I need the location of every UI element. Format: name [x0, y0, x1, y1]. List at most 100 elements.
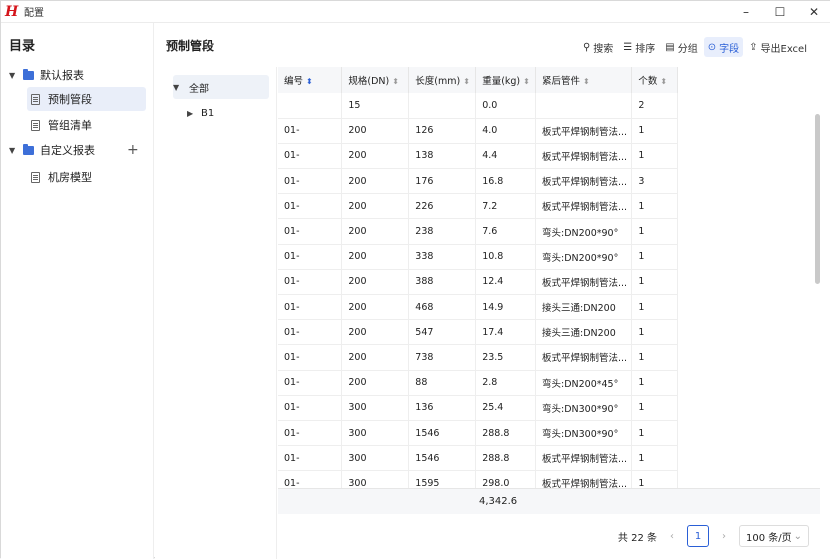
table-header-row: 编号 ⬍ 规格(DN) ⬍ 长度(mm) ⬍ 重量(kg) ⬍ 紧后管件 ⬍ 个数 ⬍	[278, 67, 678, 93]
group-item-all[interactable]: ▼ 全部	[173, 75, 269, 99]
column-header[interactable]: 长度(mm) ⬍	[408, 67, 477, 93]
column-header[interactable]: 规格(DN) ⬍	[341, 67, 410, 93]
export-excel-button[interactable]: ⇪ 导出Excel	[745, 37, 811, 57]
caret-down-icon[interactable]: ▼	[9, 146, 19, 155]
table-cell	[278, 93, 343, 119]
close-button[interactable]: ✕	[797, 1, 830, 23]
table-cell: 板式平焊钢制管法...	[535, 118, 633, 144]
fields-icon: ⊙	[707, 41, 717, 53]
page-number-button[interactable]: 1	[687, 525, 709, 547]
sidebar-item-pipe-group-list[interactable]: 管组清单	[31, 113, 92, 137]
caret-down-icon[interactable]: ▼	[9, 71, 19, 80]
next-page-icon[interactable]: ›	[715, 531, 733, 542]
table-cell: 126	[408, 118, 477, 144]
table-cell: 547	[408, 319, 477, 346]
table-cell: 1	[631, 193, 678, 220]
minimize-button[interactable]: –	[729, 1, 763, 23]
group-label: 分组	[677, 43, 698, 55]
sidebar-item-prefab-pipe[interactable]: 预制管段	[27, 87, 146, 111]
fields-button[interactable]: ⊙ 字段	[703, 37, 744, 57]
sidebar-item-label: 预制管段	[48, 93, 92, 106]
table-row[interactable]: 01- 200 338 10.8 弯头:DN200*90° 1	[278, 244, 678, 270]
search-button[interactable]: ⚲ 搜索	[579, 37, 617, 57]
column-header[interactable]: 重量(kg) ⬍	[475, 67, 536, 93]
prev-page-icon[interactable]: ‹	[663, 531, 681, 542]
table-cell: 4.4	[475, 143, 536, 170]
column-header[interactable]: 个数 ⬍	[631, 67, 678, 93]
column-header[interactable]: 紧后管件 ⬍	[535, 67, 633, 93]
add-report-icon[interactable]: +	[127, 142, 139, 158]
table-cell: 200	[341, 244, 410, 270]
table-row[interactable]: 01- 300 1546 288.8 板式平焊钢制管法... 1	[278, 445, 678, 472]
table-cell: 1	[631, 395, 678, 421]
table-cell: 01-	[278, 118, 343, 144]
caret-down-icon[interactable]: ▼	[173, 83, 183, 92]
table-row[interactable]: 01- 300 1546 288.8 弯头:DN300*90° 1	[278, 420, 678, 447]
table-cell: 接头三通:DN200	[535, 319, 633, 346]
table-row[interactable]: 01- 200 547 17.4 接头三通:DN200 1	[278, 319, 678, 346]
table-cell: 板式平焊钢制管法...	[535, 193, 633, 220]
table-cell: 1546	[408, 445, 477, 472]
column-header[interactable]: 编号 ⬍	[278, 67, 343, 93]
toolbar: ⚲ 搜索 ☰ 排序 ▤ 分组 ⊙ 字段 ⇪ 导出Excel	[579, 37, 811, 57]
table-cell: 01-	[278, 269, 343, 296]
table-cell: 1	[631, 370, 678, 396]
table-cell: 01-	[278, 370, 343, 396]
table-cell: 01-	[278, 294, 343, 321]
caret-right-icon[interactable]: ▶	[187, 109, 197, 118]
document-icon	[31, 93, 40, 105]
table-row[interactable]: 01- 200 126 4.0 板式平焊钢制管法... 1	[278, 118, 678, 144]
sidebar-item-default-reports[interactable]: ▼ 默认报表	[9, 63, 84, 87]
table-row[interactable]: 01- 200 138 4.4 板式平焊钢制管法... 1	[278, 143, 678, 170]
table-cell: 17.4	[475, 319, 536, 346]
table-cell: 1546	[408, 420, 477, 447]
maximize-button[interactable]: ☐	[763, 1, 797, 23]
sort-button[interactable]: ☰ 排序	[619, 37, 659, 57]
table-cell: 338	[408, 244, 477, 270]
table-cell: 弯头:DN200*90°	[535, 218, 633, 245]
table-cell: 288.8	[475, 445, 536, 472]
table-row[interactable]: 01- 200 238 7.6 弯头:DN200*90° 1	[278, 218, 678, 245]
table-row[interactable]: 01- 200 88 2.8 弯头:DN200*45° 1	[278, 370, 678, 396]
table-cell: 1	[631, 118, 678, 144]
table-cell: 200	[341, 193, 410, 220]
table-cell: 200	[341, 218, 410, 245]
table-row[interactable]: 01- 200 738 23.5 板式平焊钢制管法... 1	[278, 344, 678, 371]
table-cell: 板式平焊钢制管法...	[535, 344, 633, 371]
table-cell: 288.8	[475, 420, 536, 447]
table-row[interactable]: 15 0.0 2	[278, 93, 678, 119]
table-row[interactable]: 01- 200 388 12.4 板式平焊钢制管法... 1	[278, 269, 678, 296]
pagination: 共 22 条 ‹ 1 › 100 条/页 ⌄	[618, 525, 809, 547]
table-cell: 200	[341, 319, 410, 346]
table-cell: 1	[631, 218, 678, 245]
sidebar-item-label: 自定义报表	[40, 144, 95, 157]
sort-icon: ☰	[623, 41, 633, 53]
data-table: 编号 ⬍ 规格(DN) ⬍ 长度(mm) ⬍ 重量(kg) ⬍ 紧后管件 ⬍ 个数 ⬍ 15…	[278, 67, 820, 513]
folder-icon	[23, 143, 34, 155]
table-cell: 300	[341, 445, 410, 472]
table-cell: 1	[631, 269, 678, 296]
table-row[interactable]: 01- 200 226 7.2 板式平焊钢制管法... 1	[278, 193, 678, 220]
table-scrollbar[interactable]	[815, 114, 820, 284]
table-cell: 200	[341, 168, 410, 195]
table-row[interactable]: 01- 300 136 25.4 弯头:DN300*90° 1	[278, 395, 678, 421]
table-cell: 10.8	[475, 244, 536, 270]
table-cell: 弯头:DN300*90°	[535, 420, 633, 447]
table-row[interactable]: 01- 200 176 16.8 板式平焊钢制管法... 3	[278, 168, 678, 195]
sidebar-item-machine-room[interactable]: 机房模型	[31, 165, 92, 189]
table-cell: 1	[631, 319, 678, 346]
sort-icon: ⬍	[463, 77, 470, 86]
table-cell: 136	[408, 395, 477, 421]
table-cell: 738	[408, 344, 477, 371]
table-row[interactable]: 01- 200 468 14.9 接头三通:DN200 1	[278, 294, 678, 321]
group-item-b1[interactable]: ▶ B1	[187, 101, 214, 125]
table-cell: 接头三通:DN200	[535, 294, 633, 321]
sidebar-item-label: 机房模型	[48, 171, 92, 184]
sidebar-item-custom-reports[interactable]: ▼ 自定义报表 +	[9, 138, 149, 162]
table-cell: 138	[408, 143, 477, 170]
group-button[interactable]: ▤ 分组	[661, 37, 701, 57]
sidebar: 目录 ▼ 默认报表 预制管段 管组清单 ▼ 自定义报表 + 机房模型	[1, 23, 154, 559]
table-cell	[408, 93, 477, 119]
table-cell: 88	[408, 370, 477, 396]
page-size-select[interactable]: 100 条/页 ⌄	[739, 525, 809, 547]
